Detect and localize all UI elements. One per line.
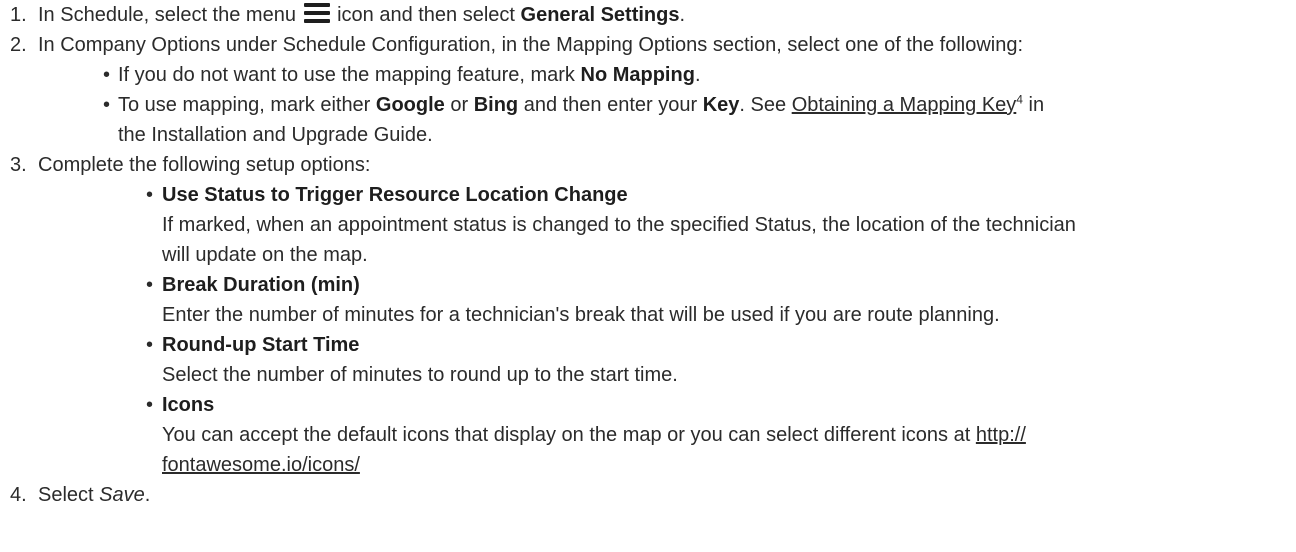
fontawesome-link-cont[interactable]: fontawesome.io/icons/ [162,454,360,476]
step-2-bullet-no-mapping: If you do not want to use the mapping fe… [118,64,701,86]
option-description: If marked, when an appointment status is… [162,214,1076,236]
option-title: Use Status to Trigger Resource Location … [162,184,628,206]
option-description: You can accept the default icons that di… [162,424,1026,446]
step-3-text: Complete the following setup options: [38,154,371,176]
no-mapping-label: No Mapping [580,64,695,86]
step-2-bullet-mapping-cont: the Installation and Upgrade Guide. [118,124,433,146]
option-description: Select the number of minutes to round up… [162,364,678,386]
option-title: Break Duration (min) [162,274,360,296]
bing-label: Bing [473,94,519,116]
step-2-text: In Company Options under Schedule Config… [38,34,1024,56]
step-number: 4. [10,484,27,506]
bullet-icon: • [146,184,154,206]
option-description: Enter the number of minutes for a techni… [162,304,1000,326]
step-2-bullet-mapping: To use mapping, mark either Google or Bi… [118,92,1045,116]
menu-icon [303,3,330,23]
step-1-text: In Schedule, select the menu icon and th… [38,3,686,26]
bullet-icon: • [146,394,154,416]
step-4-text: Select Save. [38,484,151,506]
step-number: 1. [10,4,27,26]
bullet-icon: • [103,94,111,116]
instruction-list: 1. In Schedule, select the menu icon and… [0,0,1296,552]
bullet-icon: • [146,334,154,356]
mapping-key-link[interactable]: Obtaining a Mapping Key [792,94,1017,116]
key-label: Key [702,94,740,116]
option-description: will update on the map. [162,244,368,266]
step-number: 2. [10,34,27,56]
bullet-icon: • [146,274,154,296]
google-label: Google [375,94,445,116]
save-label: Save [99,484,145,506]
general-settings-label: General Settings [520,4,680,26]
bullet-icon: • [103,64,111,86]
footnote-ref: 4 [1016,92,1023,107]
option-title: Round-up Start Time [162,334,360,356]
fontawesome-link[interactable]: http:// [976,424,1026,446]
step-number: 3. [10,154,27,176]
option-title: Icons [162,394,215,416]
